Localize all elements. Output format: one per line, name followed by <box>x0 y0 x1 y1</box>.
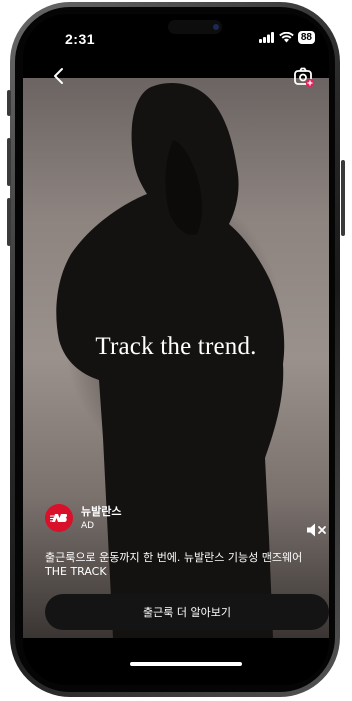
phone-screen: 2:31 88 Track the trend. 뉴발란스 AD 출근룩으로 운… <box>23 14 329 685</box>
brand-row[interactable]: 뉴발란스 AD <box>45 504 325 532</box>
ad-info: 뉴발란스 AD <box>45 504 325 532</box>
camera-icon <box>294 67 315 88</box>
home-indicator[interactable] <box>130 662 242 666</box>
camera-button[interactable] <box>293 66 315 88</box>
status-bar: 2:31 88 <box>23 14 329 60</box>
wifi-icon <box>279 32 294 43</box>
silent-switch <box>7 90 11 116</box>
signal-bars-icon <box>258 32 274 43</box>
speaker-muted-icon <box>307 523 326 537</box>
ad-headline: Track the trend. <box>95 333 257 360</box>
power-button <box>341 160 345 236</box>
volume-up-button <box>7 138 11 186</box>
new-balance-logo-icon <box>50 514 68 522</box>
ad-caption: 출근룩으로 운동까지 한 번에. 뉴발란스 기능성 맨즈웨어 THE TRACK <box>45 551 303 578</box>
chevron-left-icon <box>54 68 63 84</box>
brand-name[interactable]: 뉴발란스 <box>81 505 121 519</box>
status-time: 2:31 <box>65 31 96 47</box>
story-top-bar <box>23 60 329 90</box>
brand-logo[interactable] <box>45 504 73 532</box>
front-camera <box>213 24 219 30</box>
sponsored-label: AD <box>81 520 95 531</box>
back-button[interactable] <box>49 66 69 86</box>
status-icons: 88 <box>258 31 315 44</box>
volume-down-button <box>7 198 11 246</box>
learn-more-button[interactable]: 출근룩 더 알아보기 <box>45 594 329 630</box>
mute-button[interactable] <box>306 522 328 538</box>
battery-indicator: 88 <box>297 31 315 44</box>
